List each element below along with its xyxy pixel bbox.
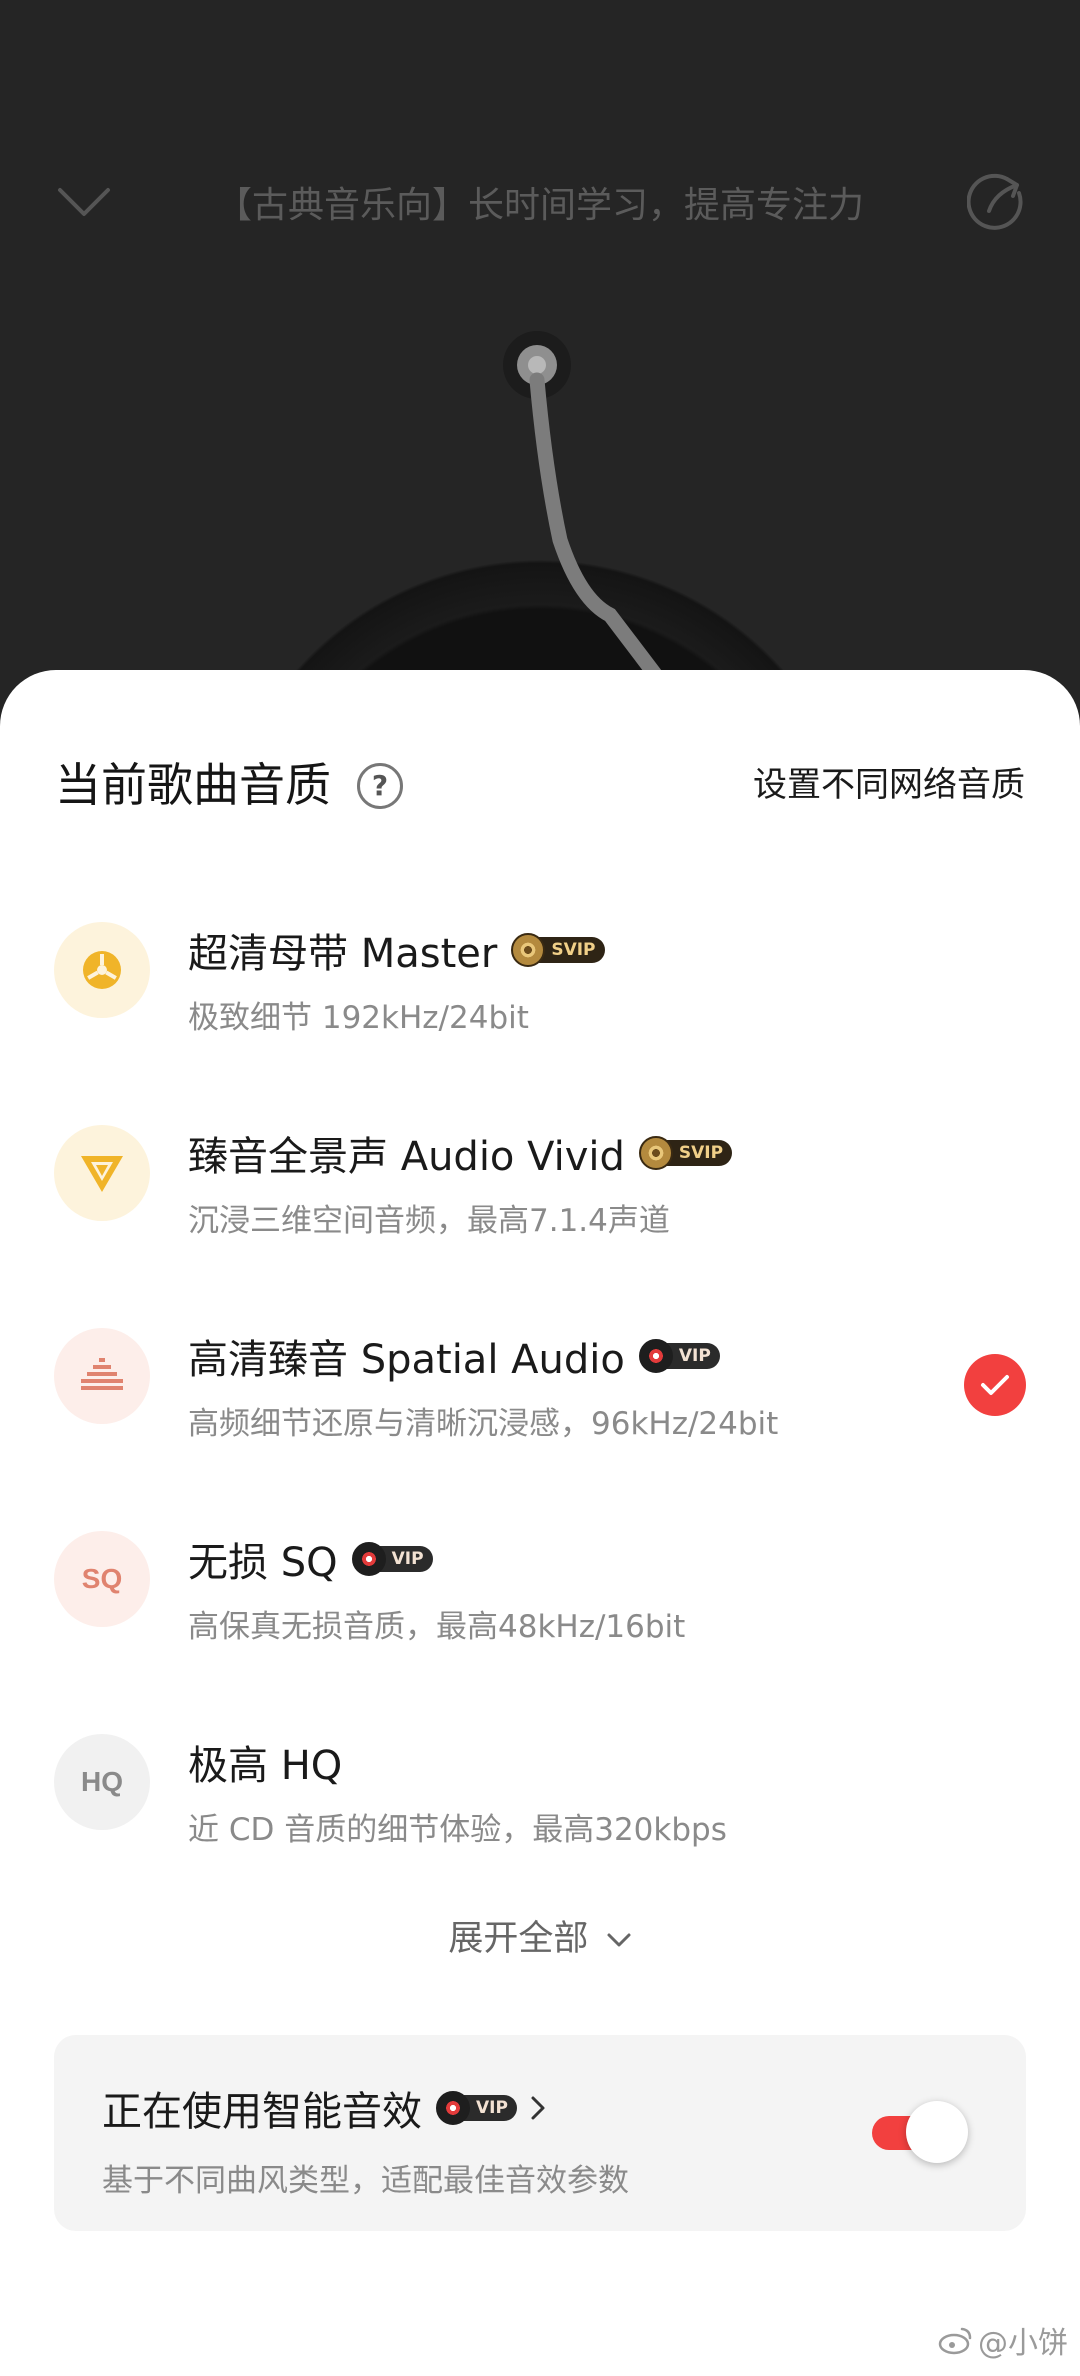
quality-option-spatial-audio[interactable]: 高清臻音 Spatial Audio VIP 高频细节还原与清晰沉浸感，96kH… [0,1306,1080,1509]
vip-badge: VIP [351,1542,433,1576]
help-icon[interactable]: ? [357,763,403,809]
expand-all-button[interactable]: 展开全部 [0,1910,1080,1961]
smart-audio-effect-link[interactable]: 正在使用智能音效 VIP [102,2080,547,2136]
expand-all-label: 展开全部 [448,1919,589,1959]
audio-quality-sheet: 当前歌曲音质 ? 设置不同网络音质 超清母带 Master SVIP 极致细节 … [0,670,1080,2376]
chevron-right-icon [529,2094,547,2122]
quality-option-audio-vivid[interactable]: 臻音全景声 Audio Vivid SVIP 沉浸三维空间音频，最高7.1.4声… [0,1103,1080,1306]
selected-check-icon [964,1354,1026,1416]
sheet-header: 当前歌曲音质 ? 设置不同网络音质 [55,750,1025,820]
smart-audio-effect-card: 正在使用智能音效 VIP 基于不同曲风类型，适配最佳音效参数 [54,2035,1026,2231]
spatial-audio-icon [54,1328,150,1424]
watermark: @小饼 [938,2318,1068,2362]
master-icon [54,922,150,1018]
chevron-down-icon [607,1933,631,1947]
quality-list: 超清母带 Master SVIP 极致细节 192kHz/24bit 臻音全景声… [0,900,1080,1915]
quality-name: 无损 SQ [188,1540,338,1586]
quality-description: 近 CD 音质的细节体验，最高320kbps [188,1812,727,1848]
quality-description: 极致细节 192kHz/24bit [188,1000,529,1036]
chevron-down-icon [58,188,110,216]
quality-option-hq[interactable]: HQ 极高 HQ 近 CD 音质的细节体验，最高320kbps [0,1712,1080,1915]
quality-option-sq[interactable]: SQ 无损 SQ VIP 高保真无损音质，最高48kHz/16bit [0,1509,1080,1712]
quality-description: 高保真无损音质，最高48kHz/16bit [188,1609,686,1645]
quality-description: 沉浸三维空间音频，最高7.1.4声道 [188,1203,670,1239]
player-background: 【古典音乐向】长时间学习，提高专注力 [0,0,1080,760]
quality-description: 高频细节还原与清晰沉浸感，96kHz/24bit [188,1406,779,1442]
smart-effect-description: 基于不同曲风类型，适配最佳音效参数 [102,2163,629,2199]
quality-name: 极高 HQ [188,1743,343,1789]
quality-name: 高清臻音 Spatial Audio [188,1337,625,1383]
smart-effect-title: 正在使用智能音效 [102,2089,422,2135]
vip-badge: VIP [638,1339,720,1373]
sheet-title: 当前歌曲音质 [55,758,331,812]
network-quality-setting-link[interactable]: 设置不同网络音质 [753,750,1025,820]
audio-vivid-icon [54,1125,150,1221]
quality-name: 臻音全景声 Audio Vivid [188,1134,625,1180]
tonearm [503,331,728,760]
hq-icon: HQ [54,1734,150,1830]
share-icon [967,173,1023,230]
share-button[interactable] [964,168,1032,236]
quality-option-master[interactable]: 超清母带 Master SVIP 极致细节 192kHz/24bit [0,900,1080,1103]
svip-badge: SVIP [511,933,605,967]
quality-name: 超清母带 Master [188,931,498,977]
weibo-icon [938,2327,972,2355]
svip-badge: SVIP [638,1136,733,1170]
vip-badge: VIP [436,2091,517,2125]
sq-icon: SQ [54,1531,150,1627]
player-header: 【古典音乐向】长时间学习，提高专注力 [0,150,1080,250]
smart-effect-toggle[interactable] [872,2101,968,2163]
song-title: 【古典音乐向】长时间学习，提高专注力 [215,185,864,226]
collapse-button[interactable] [52,170,116,234]
